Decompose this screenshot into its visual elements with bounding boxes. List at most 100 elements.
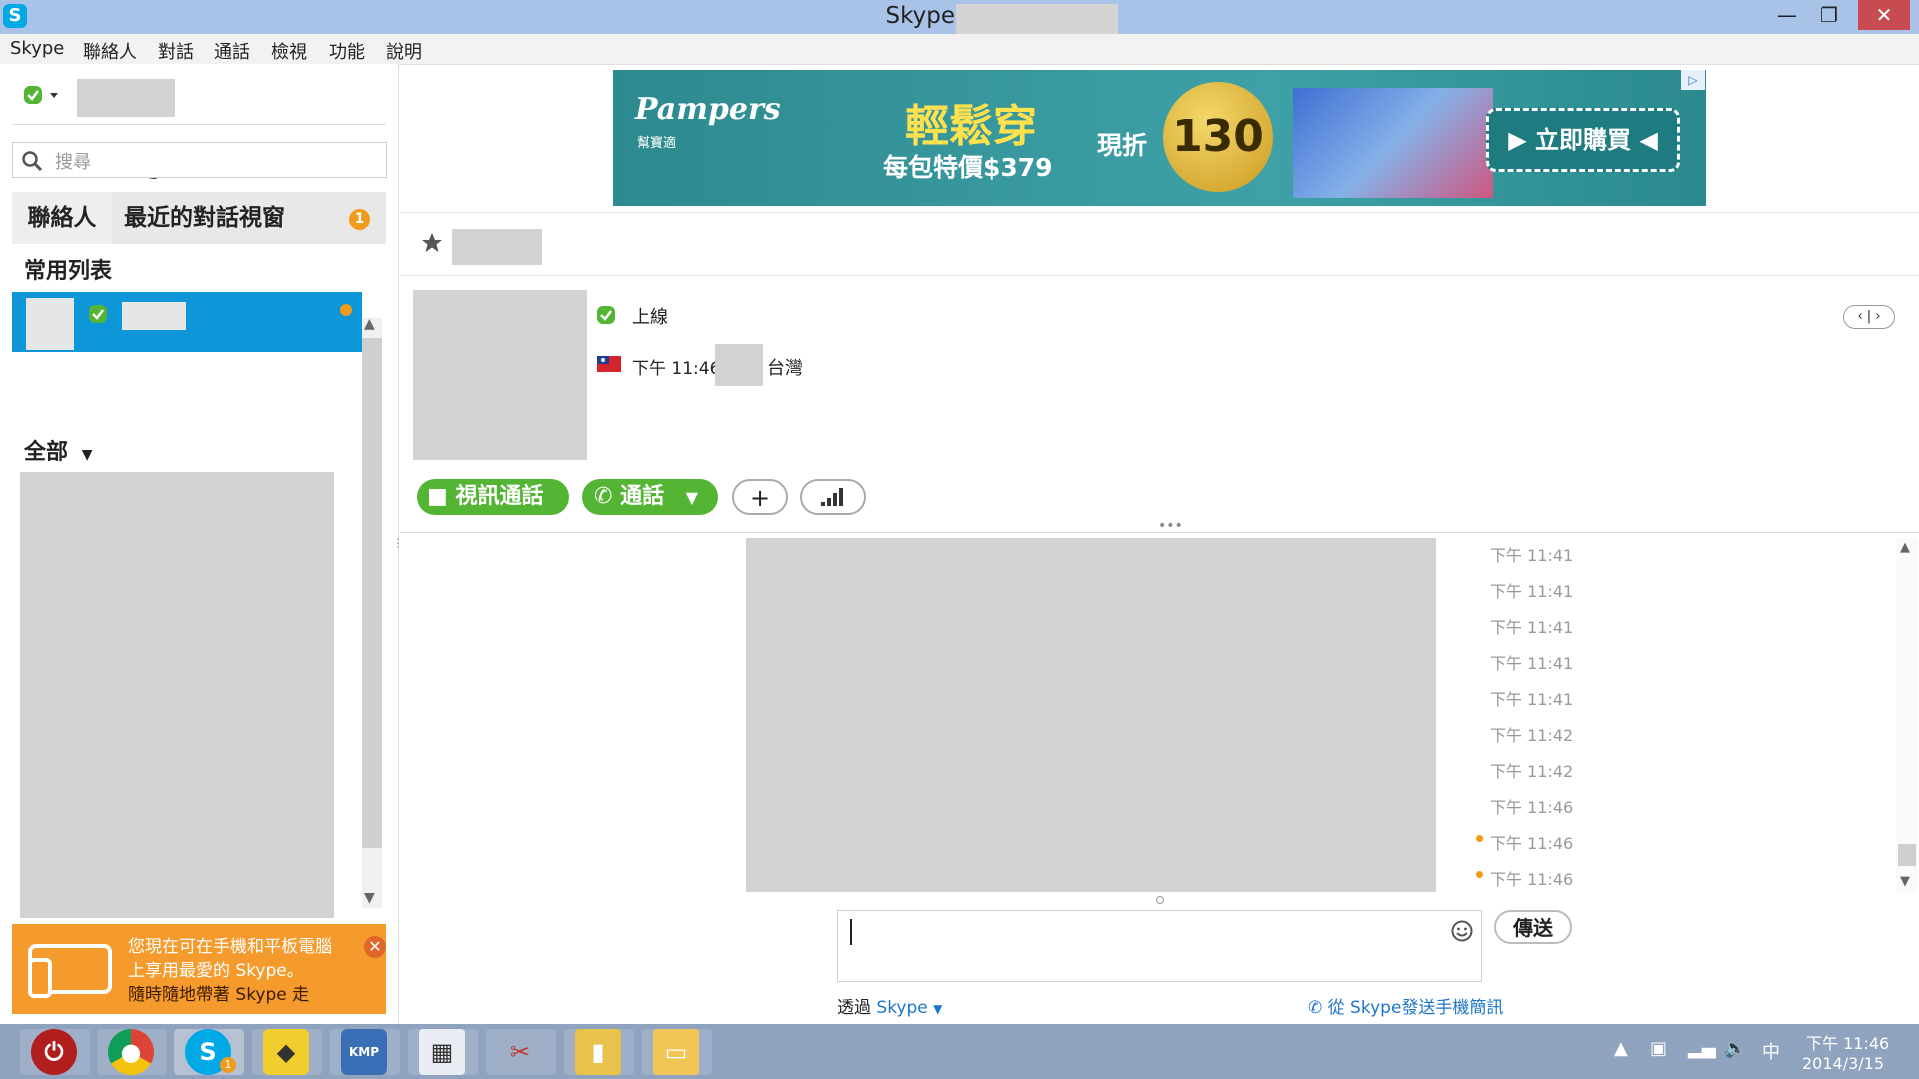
chevron-down-icon: ▼: [81, 447, 93, 463]
input-resize-handle[interactable]: [1156, 896, 1164, 904]
menu-skype[interactable]: Skype: [10, 38, 64, 59]
sms-icon: ✆: [1308, 998, 1323, 1018]
ime-indicator[interactable]: 中: [1762, 1038, 1780, 1064]
ad-brand-sub: 幫寶適: [637, 136, 677, 151]
message-timestamp: 下午 11:41: [1490, 690, 1574, 709]
unread-indicator: [340, 304, 352, 316]
message-input[interactable]: [837, 910, 1482, 982]
emoticon-icon[interactable]: [1450, 919, 1474, 943]
star-icon[interactable]: [420, 231, 444, 255]
menu-call[interactable]: 通話: [214, 38, 250, 64]
tab-recent-conversations[interactable]: 最近的對話視窗: [124, 192, 285, 244]
scroll-up-icon[interactable]: ▲: [364, 316, 375, 332]
menu-conversations[interactable]: 對話: [158, 38, 194, 64]
call-button[interactable]: ✆ 通話 ▼: [582, 479, 718, 515]
taskbar-file-explorer[interactable]: ▭: [642, 1029, 712, 1075]
all-contacts-heading[interactable]: 全部 ▼: [24, 434, 92, 466]
ad-headline: 輕鬆穿: [905, 101, 1037, 152]
power-icon: ⏻: [31, 1029, 77, 1075]
send-button[interactable]: 傳送: [1494, 910, 1572, 944]
scroll-up-icon[interactable]: ▲: [1900, 540, 1910, 555]
search-icon: [22, 151, 43, 172]
scroll-down-icon[interactable]: ▼: [364, 890, 375, 906]
taskbar-app-yellow[interactable]: ◆: [252, 1029, 322, 1075]
favorite-contact-item[interactable]: [12, 292, 362, 352]
ad-choices-icon[interactable]: ▷: [1681, 70, 1705, 90]
taskbar-calculator[interactable]: ▦: [408, 1029, 478, 1075]
online-status-icon: [24, 86, 58, 104]
tray-expand-icon[interactable]: ▲: [1614, 1038, 1628, 1059]
network-icon[interactable]: ▣: [1650, 1038, 1667, 1059]
contact-name-redacted: [452, 229, 542, 265]
phone-icon: ✆: [594, 484, 613, 509]
volume-icon[interactable]: 🔈: [1724, 1038, 1746, 1059]
unread-dot: [1476, 835, 1483, 842]
taskbar-skype[interactable]: S 1: [174, 1029, 244, 1075]
promo-line-2: 上享用最愛的 Skype。: [128, 961, 304, 981]
message-timestamp: 下午 11:46: [1490, 798, 1574, 817]
chevron-down-icon[interactable]: ▼: [686, 488, 698, 507]
status-selector[interactable]: [22, 84, 62, 108]
contacts-list-redacted: [20, 472, 334, 918]
online-status-icon: [597, 306, 615, 324]
promo-line-1: 您現在可在手機和平板電腦: [128, 937, 332, 957]
message-timestamp: 下午 11:46: [1490, 834, 1574, 853]
unread-badge: 1: [349, 209, 370, 230]
contact-status-text: 上線: [632, 307, 668, 328]
search-input[interactable]: 搜尋: [55, 148, 91, 174]
advertisement-banner[interactable]: Pampers 幫寶適 輕鬆穿 每包特價$379 現折 130 ▶ 立即購買 ◀…: [613, 70, 1706, 206]
call-quality-button[interactable]: [800, 479, 866, 515]
tab-contacts[interactable]: 聯絡人: [12, 192, 112, 244]
chat-scrollbar[interactable]: [1896, 538, 1918, 892]
via-service[interactable]: Skype: [876, 998, 927, 1018]
restore-button[interactable]: ❐: [1808, 0, 1850, 30]
menu-view[interactable]: 檢視: [271, 38, 307, 64]
contact-name-redacted: [122, 302, 186, 330]
send-via-selector[interactable]: 透過 Skype ▼: [837, 993, 942, 1018]
mobile-promo-banner[interactable]: 您現在可在手機和平板電腦 上享用最愛的 Skype。 隨時隨地帶著 Skype …: [12, 924, 386, 1014]
chevron-right-icon[interactable]: ›: [1875, 309, 1880, 324]
ad-brand: Pampers: [635, 92, 781, 127]
taskbar-power-app[interactable]: ⏻: [20, 1029, 90, 1075]
message-timestamp: 下午 11:42: [1490, 762, 1574, 781]
message-timestamp: 下午 11:41: [1490, 618, 1574, 637]
message-timestamp: 下午 11:41: [1490, 546, 1574, 565]
menu-tools[interactable]: 功能: [329, 38, 365, 64]
ad-buy-button[interactable]: ▶ 立即購買 ◀: [1486, 108, 1680, 172]
chat-messages-redacted: [746, 538, 1436, 892]
taskbar-chrome[interactable]: ●: [97, 1029, 167, 1075]
chevron-left-icon[interactable]: ‹: [1857, 309, 1862, 324]
contact-header: [400, 212, 1919, 276]
ad-discount-value: 130: [1163, 82, 1273, 192]
close-button[interactable]: ✕: [1858, 0, 1910, 30]
taskbar-skype-badge: 1: [220, 1057, 236, 1073]
profile-nav[interactable]: ‹ | ›: [1843, 305, 1895, 329]
panel-splitter-handle[interactable]: ⋮: [392, 537, 404, 562]
all-contacts-label: 全部: [24, 440, 69, 465]
chat-scroll-thumb[interactable]: [1898, 844, 1916, 866]
unread-dot: [1476, 871, 1483, 878]
play-left-icon: ◀: [1631, 126, 1658, 154]
clock-time[interactable]: 下午 11:46: [1806, 1030, 1889, 1054]
sms-link[interactable]: ✆ 從 Skype發送手機簡訊: [1308, 993, 1503, 1018]
message-timestamp: 下午 11:41: [1490, 582, 1574, 601]
clock-date[interactable]: 2014/3/15: [1802, 1054, 1884, 1073]
video-call-button[interactable]: ■ 視訊通話: [417, 479, 569, 515]
taskbar-library[interactable]: ▮: [564, 1029, 634, 1075]
avatar: [26, 298, 74, 350]
sms-link-label: 從 Skype發送手機簡訊: [1327, 998, 1504, 1018]
chat-divider: [400, 532, 1919, 533]
taskbar-snipping-tool[interactable]: ✂: [486, 1029, 556, 1075]
menu-bar: Skype 聯絡人 對話 通話 檢視 功能 說明: [0, 34, 1919, 65]
contacts-scroll-thumb[interactable]: [362, 338, 382, 848]
taskbar-kmplayer[interactable]: KMP: [330, 1029, 400, 1075]
search-box[interactable]: 搜尋: [12, 142, 387, 178]
promo-close-icon[interactable]: ✕: [364, 936, 386, 958]
menu-contacts[interactable]: 聯絡人: [83, 38, 137, 64]
add-button[interactable]: +: [732, 479, 788, 515]
menu-help[interactable]: 說明: [386, 38, 422, 64]
signal-icon[interactable]: ▂▄: [1688, 1038, 1716, 1059]
scroll-down-icon[interactable]: ▼: [1900, 874, 1910, 889]
minimize-button[interactable]: —: [1766, 0, 1808, 30]
chevron-down-icon[interactable]: ▼: [933, 1002, 942, 1016]
